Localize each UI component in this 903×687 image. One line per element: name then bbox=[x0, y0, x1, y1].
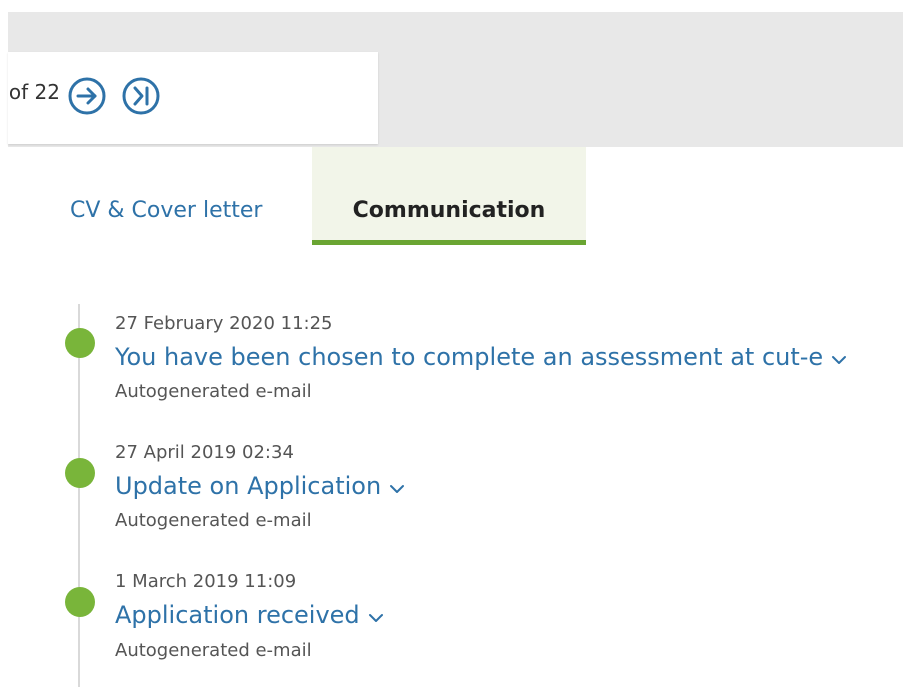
tab-communication[interactable]: Communication bbox=[312, 198, 586, 223]
message-date: 27 February 2020 11:25 bbox=[115, 313, 333, 334]
message-type: Autogenerated e-mail bbox=[115, 640, 312, 661]
message-subject: You have been chosen to complete an asse… bbox=[115, 343, 824, 371]
chevron-down-icon bbox=[368, 602, 384, 630]
message-subject-link[interactable]: Update on Application bbox=[115, 472, 405, 501]
message-subject: Application received bbox=[115, 601, 360, 629]
next-page-button[interactable] bbox=[66, 75, 108, 117]
chevron-down-icon bbox=[831, 344, 847, 372]
skip-to-last-circle-icon bbox=[122, 77, 160, 115]
arrow-right-circle-icon bbox=[68, 77, 106, 115]
pager-panel bbox=[8, 52, 378, 144]
message-type: Autogenerated e-mail bbox=[115, 381, 312, 402]
message-subject-link[interactable]: You have been chosen to complete an asse… bbox=[115, 343, 847, 372]
message-date: 1 March 2019 11:09 bbox=[115, 571, 297, 592]
timeline-dot bbox=[65, 328, 95, 358]
message-type: Autogenerated e-mail bbox=[115, 510, 312, 531]
message-subject-link[interactable]: Application received bbox=[115, 601, 384, 630]
last-page-button[interactable] bbox=[120, 75, 162, 117]
message-subject: Update on Application bbox=[115, 472, 382, 500]
message-date: 27 April 2019 02:34 bbox=[115, 442, 294, 463]
pager-count: of 22 bbox=[8, 80, 60, 104]
tab-cv-cover-letter[interactable]: CV & Cover letter bbox=[70, 198, 262, 223]
chevron-down-icon bbox=[389, 473, 405, 501]
timeline-dot bbox=[65, 458, 95, 488]
timeline-dot bbox=[65, 587, 95, 617]
timeline-line bbox=[78, 304, 80, 687]
active-tab-background bbox=[312, 147, 586, 243]
active-tab-underline bbox=[312, 240, 586, 245]
